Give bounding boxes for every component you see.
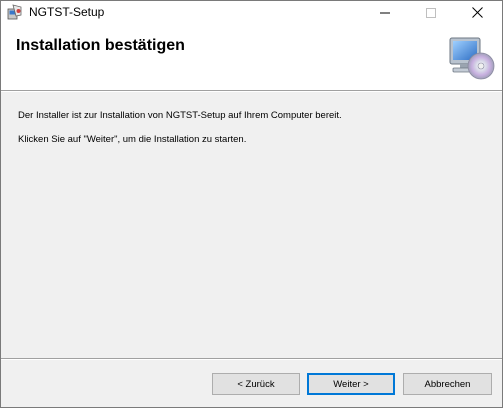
- cancel-button[interactable]: Abbrechen: [403, 373, 492, 395]
- close-icon: [471, 7, 483, 18]
- window-title: NGTST-Setup: [29, 5, 105, 19]
- maximize-icon: [426, 7, 436, 18]
- banner-divider-highlight: [1, 91, 502, 92]
- minimize-icon: [380, 12, 390, 13]
- computer-cd-icon: [447, 36, 495, 80]
- setup-dialog-window: NGTST-Setup Installation bestätigen Der …: [0, 0, 503, 408]
- minimize-button[interactable]: [362, 1, 408, 24]
- instruction-message: Klicken Sie auf "Weiter", um die Install…: [18, 134, 247, 145]
- button-area-divider-highlight: [1, 359, 502, 360]
- ready-message: Der Installer ist zur Installation von N…: [18, 110, 342, 121]
- header-banner: Installation bestätigen: [1, 24, 502, 91]
- back-button[interactable]: < Zurück: [212, 373, 300, 395]
- installer-app-icon: [7, 4, 23, 20]
- page-title: Installation bestätigen: [16, 37, 185, 54]
- next-button[interactable]: Weiter >: [307, 373, 395, 395]
- close-button[interactable]: [454, 1, 500, 24]
- title-bar[interactable]: NGTST-Setup: [1, 1, 502, 24]
- maximize-button[interactable]: [408, 1, 454, 24]
